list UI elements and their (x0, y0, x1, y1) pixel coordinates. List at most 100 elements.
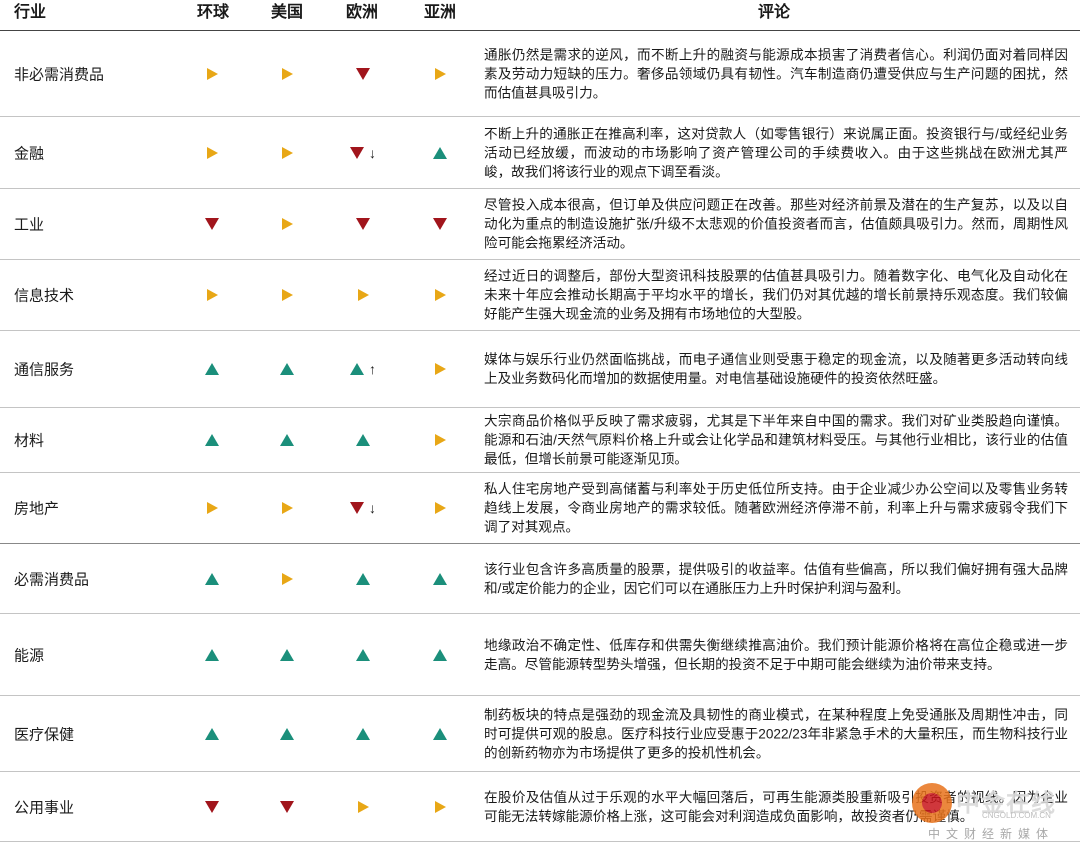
signal-us (267, 215, 307, 233)
signal-global (192, 431, 232, 449)
neutral-triangle-icon (434, 363, 446, 375)
table-row: 公用事业 在股价及估值从过于乐观的水平大幅回落后，可再生能源类股重新吸引投资者的… (0, 772, 1080, 842)
signal-europe: ↓ (343, 144, 383, 162)
signal-global (192, 798, 232, 816)
signal-europe (343, 646, 383, 664)
down-triangle-icon (356, 218, 370, 230)
table-row: 金融 ↓ 不断上升的通胀正在推高利率，这对贷款人（如零售银行）来说属正面。投资银… (0, 117, 1080, 189)
down-triangle-icon (350, 502, 364, 514)
up-triangle-icon (356, 727, 370, 740)
header-us: 美国 (270, 4, 303, 21)
sector-comment: 私人住宅房地产受到高储蓄与利率处于历史低位所支持。由于企业减少办公空间以及零售业… (484, 481, 1068, 535)
neutral-triangle-icon (434, 502, 446, 514)
table-row: 房地产 ↓ 私人住宅房地产受到高储蓄与利率处于历史低位所支持。由于企业减少办公空… (0, 473, 1080, 544)
header-europe: 欧洲 (345, 4, 378, 21)
up-triangle-icon (280, 727, 294, 740)
sector-name: 房地产 (14, 500, 60, 518)
table-row: 医疗保健 制药板块的特点是强劲的现金流及具韧性的商业模式，在某种程度上免受通胀及… (0, 696, 1080, 772)
sector-comment: 该行业包含许多高质量的股票，提供吸引的收益率。估值有些偏高，所以我们偏好拥有强大… (484, 561, 1068, 596)
sector-name: 必需消费品 (14, 571, 90, 588)
up-triangle-icon (205, 648, 219, 661)
header-asia: 亚洲 (423, 4, 456, 21)
sector-name: 通信服务 (14, 361, 75, 379)
signal-asia (420, 570, 460, 588)
table-row: 非必需消费品 通胀仍然是需求的逆风，而不断上升的融资与能源成本损害了消费者信心。… (0, 31, 1080, 117)
sector-name: 能源 (14, 647, 45, 664)
up-triangle-icon (433, 648, 447, 661)
sector-comment: 经过近日的调整后，部份大型资讯科技股票的估值甚具吸引力。随着数字化、电气化及自动… (484, 268, 1068, 322)
signal-asia (420, 286, 460, 304)
signal-us (267, 798, 307, 816)
sector-comment: 媒体与娱乐行业仍然面临挑战，而电子通信业则受惠于稳定的现金流，以及随著更多活动转… (484, 352, 1068, 386)
up-triangle-icon (280, 363, 294, 375)
sector-comment: 制药板块的特点是强劲的现金流及具韧性的商业模式，在某种程度上免受通胀及周期性冲击… (484, 707, 1068, 760)
up-triangle-icon (356, 434, 370, 446)
signal-us (267, 499, 307, 517)
up-triangle-icon (205, 363, 219, 375)
down-arrow-icon: ↓ (369, 500, 376, 516)
signal-us (267, 646, 307, 664)
up-triangle-icon (433, 572, 447, 585)
table-row: 信息技术 经过近日的调整后，部份大型资讯科技股票的估值甚具吸引力。随着数字化、电… (0, 260, 1080, 331)
signal-europe (343, 431, 383, 449)
neutral-triangle-icon (206, 146, 218, 159)
signal-us (267, 360, 307, 378)
neutral-triangle-icon (206, 502, 218, 514)
signal-us (267, 570, 307, 588)
sector-comment: 在股价及估值从过于乐观的水平大幅回落后，可再生能源类股重新吸引投资者的视线。因为… (484, 789, 1068, 824)
down-triangle-icon (350, 146, 364, 159)
signal-asia (420, 798, 460, 816)
signal-europe (343, 725, 383, 743)
signal-asia (420, 144, 460, 162)
signal-global (192, 65, 232, 83)
signal-global (192, 286, 232, 304)
signal-europe: ↑ (343, 360, 383, 378)
up-triangle-icon (433, 146, 447, 159)
header-sector: 行业 (14, 4, 47, 21)
neutral-triangle-icon (281, 289, 293, 301)
signal-asia (420, 215, 460, 233)
signal-asia (420, 499, 460, 517)
neutral-triangle-icon (281, 502, 293, 514)
sector-name: 公用事业 (14, 799, 75, 816)
table-row: 通信服务 ↑ 媒体与娱乐行业仍然面临挑战，而电子通信业则受惠于稳定的现金流，以及… (0, 331, 1080, 408)
down-triangle-icon (280, 800, 294, 813)
signal-asia (420, 646, 460, 664)
down-arrow-icon: ↓ (369, 144, 376, 161)
signal-global (192, 570, 232, 588)
signal-europe (343, 215, 383, 233)
signal-us (267, 286, 307, 304)
up-triangle-icon (433, 727, 447, 740)
sector-comment: 地缘政治不确定性、低库存和供需失衡继续推高油价。我们预计能源价格将在高位企稳或进… (484, 637, 1068, 672)
neutral-triangle-icon (281, 218, 293, 230)
neutral-triangle-icon (434, 800, 446, 813)
signal-global (192, 646, 232, 664)
neutral-triangle-icon (357, 800, 369, 813)
neutral-triangle-icon (206, 289, 218, 301)
down-triangle-icon (205, 800, 219, 813)
sector-table: 非必需消费品 通胀仍然是需求的逆风，而不断上升的融资与能源成本损害了消费者信心。… (0, 31, 1080, 842)
sector-name: 金融 (14, 145, 45, 162)
signal-asia (420, 65, 460, 83)
signal-global (192, 499, 232, 517)
signal-us (267, 725, 307, 743)
table-row: 必需消费品 该行业包含许多高质量的股票，提供吸引的收益率。估值有些偏高，所以我们… (0, 544, 1080, 614)
down-triangle-icon (433, 218, 447, 230)
down-triangle-icon (205, 218, 219, 230)
sector-name: 信息技术 (14, 287, 75, 305)
sector-name: 材料 (14, 432, 45, 450)
sector-comment: 大宗商品价格似乎反映了需求疲弱，尤其是下半年来自中国的需求。我们对矿业类股趋向谨… (484, 413, 1068, 467)
table-row: 材料 大宗商品价格似乎反映了需求疲弱，尤其是下半年来自中国的需求。我们对矿业类股… (0, 408, 1080, 473)
neutral-triangle-icon (357, 289, 369, 301)
sector-name: 非必需消费品 (14, 66, 105, 83)
neutral-triangle-icon (434, 434, 446, 446)
signal-global (192, 144, 232, 162)
signal-asia (420, 725, 460, 743)
sector-comment: 不断上升的通胀正在推高利率，这对贷款人（如零售银行）来说属正面。投资银行与/或经… (484, 126, 1068, 179)
neutral-triangle-icon (281, 572, 293, 585)
signal-europe (343, 570, 383, 588)
neutral-triangle-icon (206, 67, 218, 80)
neutral-triangle-icon (281, 146, 293, 159)
signal-europe (343, 286, 383, 304)
table-header: 行业 环球 美国 欧洲 亚洲 评论 (0, 0, 1080, 31)
